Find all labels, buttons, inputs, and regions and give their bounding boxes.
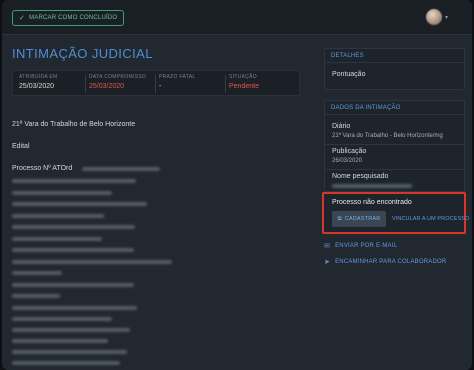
avatar[interactable] (425, 9, 442, 25)
redacted-text (12, 202, 147, 206)
content-processo: Processo Nº ATOrd (12, 165, 73, 172)
meta-atribuida: ATRIBUÍDA EM 25/03/2020 (19, 74, 58, 90)
meta-atribuida-label: ATRIBUÍDA EM (19, 74, 58, 80)
redacted-text (12, 214, 104, 218)
redacted-text (12, 350, 127, 354)
diario-value: 21ª Vara do Trabalho - Belo Horizonte/mg (332, 133, 443, 139)
page-title: INTIMAÇÃO JUDICIAL (12, 46, 153, 61)
redacted-text (12, 225, 135, 229)
redacted-text (12, 237, 102, 241)
redacted-text (12, 328, 130, 332)
meta-situacao: SITUAÇÃO Pendente (229, 74, 259, 90)
nome-pesquisado-label: Nome pesquisado (332, 173, 389, 180)
intimacao-panel: DADOS DA INTIMAÇÃO Diário 21ª Vara do Tr… (324, 100, 465, 192)
mark-done-label: MARCAR COMO CONCLUÍDO (29, 15, 118, 21)
redacted-text (82, 167, 160, 171)
diario-label: Diário (332, 123, 351, 130)
field-divider (325, 169, 464, 170)
meta-divider (85, 75, 86, 93)
field-divider (325, 144, 464, 145)
redacted-text (12, 271, 62, 275)
forward-label: ENCAMINHAR PARA COLABORADOR (335, 259, 447, 265)
content-edital: Edital (12, 143, 30, 150)
content-vara: 21ª Vara do Trabalho de Belo Horizonte (12, 121, 136, 128)
chevron-down-icon: ▾ (444, 14, 448, 21)
meta-compromisso-value: 25/03/2020 (89, 83, 125, 90)
redacted-text (12, 191, 112, 195)
mark-done-button[interactable]: ✓ MARCAR COMO CONCLUÍDO (12, 10, 125, 26)
redacted-text (12, 248, 134, 252)
send-email-action[interactable]: ✉ ENVIAR POR E-MAIL (324, 242, 397, 250)
vincular-processo-link[interactable]: VINCULAR A UM PROCESSO (392, 216, 469, 222)
redacted-text (12, 283, 134, 287)
check-icon: ✓ (19, 15, 26, 22)
pontuacao-label: Pontuação (332, 71, 366, 78)
send-email-label: ENVIAR POR E-MAIL (335, 243, 398, 249)
cadastrar-button[interactable]: ⧉ CADASTRAR (332, 211, 386, 227)
redacted-text (12, 260, 172, 264)
meta-situacao-label: SITUAÇÃO (229, 74, 257, 80)
redacted-text (12, 179, 136, 183)
redacted-text (12, 294, 60, 298)
external-link-icon: ⧉ (337, 215, 342, 222)
meta-prazo-value: - (159, 83, 162, 90)
redacted-text (332, 184, 412, 188)
meta-divider (155, 75, 156, 93)
redacted-text (12, 361, 120, 365)
app-window: ✓ MARCAR COMO CONCLUÍDO ▾ INTIMAÇÃO JUDI… (2, 0, 472, 370)
send-icon: ➤ (324, 259, 331, 266)
details-header: DETALHES (325, 49, 464, 63)
publicacao-label: Publicação (332, 148, 367, 155)
top-toolbar: ✓ MARCAR COMO CONCLUÍDO ▾ (2, 0, 472, 35)
meta-summary: ATRIBUÍDA EM 25/03/2020 DATA COMPROMISSO… (12, 70, 300, 96)
redacted-text (12, 339, 108, 343)
redacted-text (12, 317, 112, 321)
meta-situacao-value: Pendente (229, 83, 259, 90)
meta-compromisso-label: DATA COMPROMISSO (89, 74, 147, 80)
forward-action[interactable]: ➤ ENCAMINHAR PARA COLABORADOR (324, 258, 446, 266)
meta-prazo: PRAZO FATAL - (159, 74, 195, 90)
meta-compromisso: DATA COMPROMISSO 25/03/2020 (89, 74, 146, 90)
details-panel: DETALHES Pontuação (324, 48, 465, 90)
intimacao-header: DADOS DA INTIMAÇÃO (325, 101, 464, 115)
meta-atribuida-value: 25/03/2020 (19, 83, 55, 90)
redacted-text (12, 306, 137, 310)
not-found-title: Processo não encontrado (332, 199, 412, 206)
meta-divider (225, 75, 226, 93)
publicacao-value: 26/03/2020 (332, 158, 363, 164)
user-menu[interactable]: ▾ (425, 9, 448, 25)
process-not-found-box: Processo não encontrado ⧉ CADASTRAR VINC… (322, 192, 469, 234)
meta-prazo-label: PRAZO FATAL (159, 74, 196, 80)
cadastrar-label: CADASTRAR (344, 216, 381, 222)
mail-icon: ✉ (324, 243, 331, 250)
